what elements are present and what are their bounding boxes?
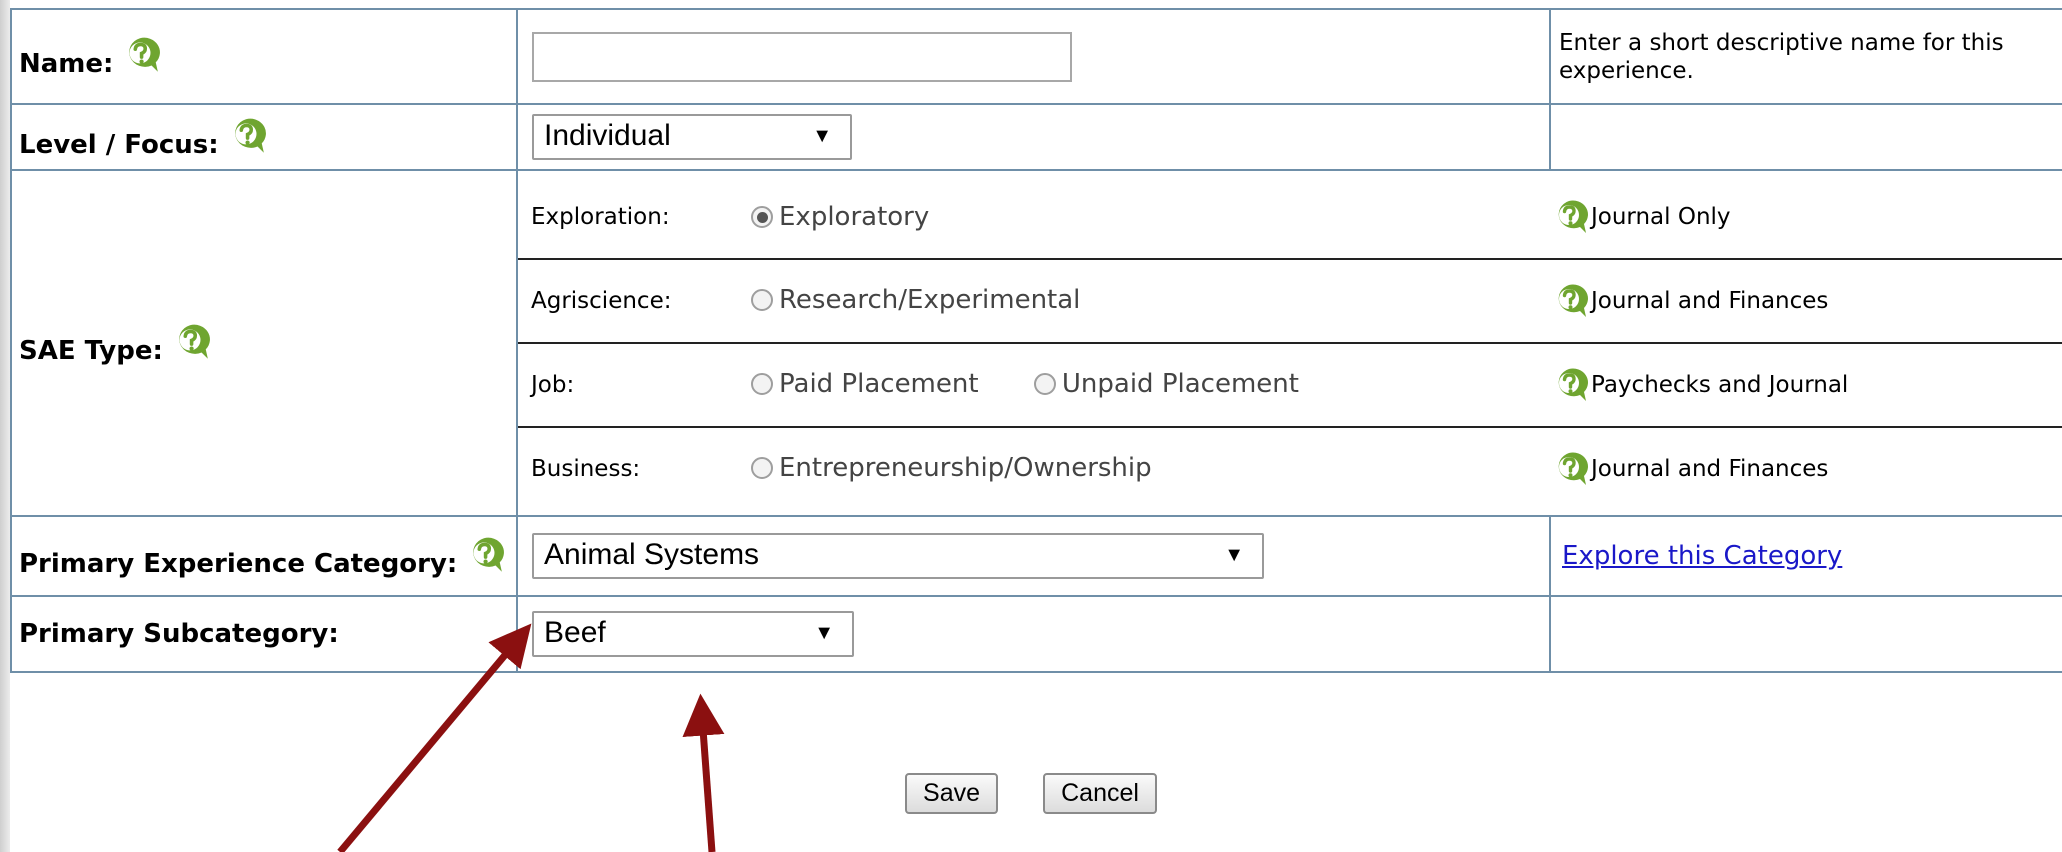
annotation-arrows xyxy=(337,623,725,852)
annotation-arrow-to-category xyxy=(337,623,532,852)
annotation-arrow-to-subcategory xyxy=(682,693,725,852)
